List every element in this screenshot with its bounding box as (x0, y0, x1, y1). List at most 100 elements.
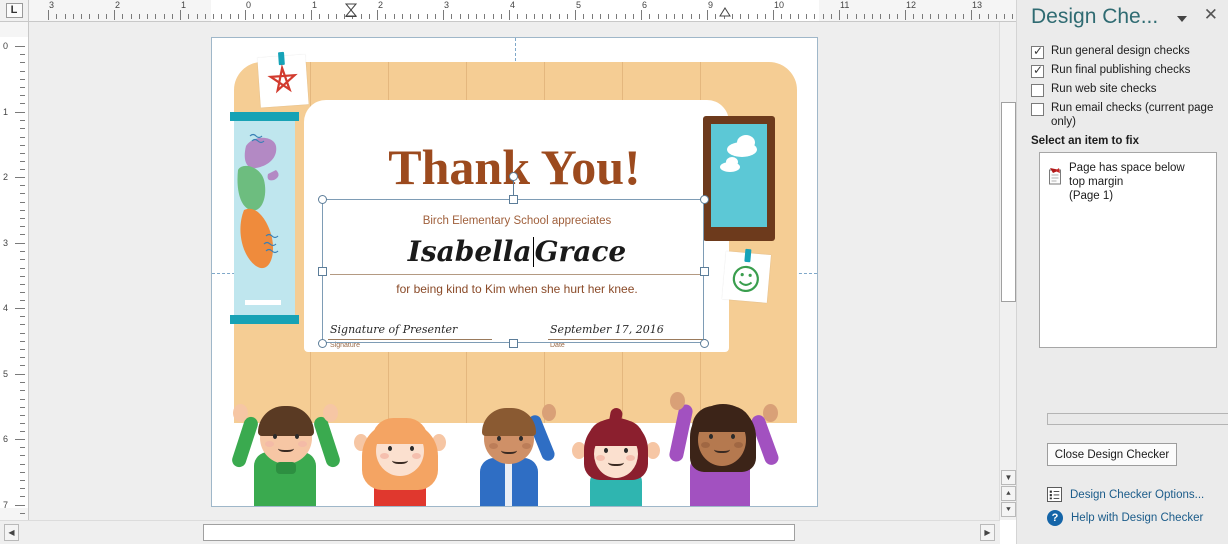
ruler-tick-minor (394, 14, 395, 19)
ruler-tick-minor (542, 14, 543, 19)
checkbox-email[interactable]: Run email checks (current page only) (1031, 102, 1221, 129)
ruler-tick-minor (20, 103, 25, 104)
help-row[interactable]: ? Help with Design Checker (1047, 510, 1203, 526)
indent-marker-left[interactable] (345, 3, 357, 17)
checkbox-final-publishing[interactable]: Run final publishing checks (1031, 63, 1190, 78)
design-checker-options-row[interactable]: Design Checker Options... (1047, 487, 1204, 502)
handle-top-right[interactable] (700, 195, 709, 204)
ruler-tick-minor (295, 14, 296, 19)
ruler-tick-minor (534, 14, 535, 19)
ruler-tick-minor (20, 399, 25, 400)
handle-middle-right[interactable] (700, 267, 709, 276)
ruler-tick-minor (20, 464, 25, 465)
ruler-tick-minor (20, 292, 25, 293)
previous-page-button[interactable]: ⯅ (1001, 486, 1016, 501)
selection-frame[interactable] (322, 199, 704, 343)
issues-list[interactable]: Page has space below top margin (Page 1) (1039, 152, 1217, 348)
scroll-left-button[interactable]: ◀ (4, 524, 19, 541)
clipboard-warning-icon (1048, 167, 1063, 185)
ruler-tick-minor (790, 14, 791, 19)
horizontal-ruler[interactable]: 3 2 1 0 1 2 3 4 5 6 9 10 11 12 13 (29, 0, 1028, 22)
ruler-tick-minor (361, 14, 362, 19)
ruler-tick-minor (73, 14, 74, 19)
ruler-tick-minor (674, 14, 675, 19)
ruler-tick-minor (270, 14, 271, 19)
checkbox-input[interactable] (1031, 84, 1044, 97)
ruler-tick-minor (1012, 14, 1013, 19)
ruler-tick-minor (600, 14, 601, 19)
ruler-tick-minor (65, 14, 66, 19)
design-checker-pane: Design Che... ✕ Run general design check… (1016, 0, 1228, 544)
document-canvas[interactable]: Thank You! Birch Elementary School appre… (29, 22, 999, 520)
scroll-right-button[interactable]: ▶ (980, 524, 995, 541)
horizontal-scrollbar[interactable]: ◀ ▶ (0, 520, 1000, 544)
rotation-handle[interactable] (509, 172, 518, 181)
chevron-down-icon[interactable] (1177, 16, 1187, 22)
handle-bottom-left[interactable] (318, 339, 327, 348)
checkbox-general-design[interactable]: Run general design checks (1031, 44, 1190, 59)
handle-bottom-right[interactable] (700, 339, 709, 348)
ruler-tick-minor (20, 480, 25, 481)
ruler-tick-minor (20, 324, 25, 325)
hscroll-thumb[interactable] (203, 524, 795, 541)
ruler-tick-minor (616, 14, 617, 19)
ruler-tick-minor (20, 128, 25, 129)
ruler-tick-minor (20, 251, 25, 252)
date-caption: Date (550, 342, 565, 349)
ruler-label: 3 (444, 0, 450, 10)
ruler-tick-minor (897, 14, 898, 19)
handle-top-left[interactable] (318, 195, 327, 204)
ruler-tick-minor (526, 14, 527, 19)
ruler-tick-minor (221, 14, 222, 19)
handle-bottom-center[interactable] (509, 339, 518, 348)
ruler-tick-minor (691, 14, 692, 19)
scroll-down-button[interactable]: ▼ (1001, 470, 1016, 485)
ruler-tick (15, 243, 25, 244)
ruler-tick-minor (468, 14, 469, 19)
ruler-label: 13 (972, 0, 983, 10)
checkbox-input[interactable] (1031, 103, 1044, 116)
publisher-window: L 3210123456910111213 012345678 (0, 0, 1228, 544)
vscroll-thumb[interactable] (1001, 102, 1016, 302)
handle-top-center[interactable] (509, 195, 518, 204)
ruler-tick-minor (955, 14, 956, 19)
ruler-tick (443, 10, 444, 20)
ruler-tick-minor (996, 14, 997, 19)
ruler-tick (15, 308, 25, 309)
design-checker-options-link[interactable]: Design Checker Options... (1070, 489, 1204, 501)
list-item-line3: (Page 1) (1069, 190, 1114, 202)
ruler-tick-minor (435, 14, 436, 19)
close-design-checker-button[interactable]: Close Design Checker (1047, 443, 1177, 466)
ruler-tick-minor (131, 14, 132, 19)
vertical-scrollbar[interactable]: ▼ ⯅ ⯆ (999, 22, 1016, 520)
vertical-ruler[interactable]: 012345678 (0, 22, 29, 520)
list-item-line2: top margin (1069, 176, 1124, 188)
ruler-tick-minor (20, 62, 25, 63)
checkbox-input[interactable] (1031, 63, 1044, 78)
ruler-tick-minor (757, 14, 758, 19)
ruler-tick-minor (20, 95, 25, 96)
ruler-label: 2 (378, 0, 384, 10)
publication-page[interactable]: Thank You! Birch Elementary School appre… (211, 37, 818, 507)
handle-middle-left[interactable] (318, 267, 327, 276)
ruler-tick-minor (20, 472, 25, 473)
ruler-tick-minor (493, 14, 494, 19)
ruler-tick (15, 177, 25, 178)
next-page-button[interactable]: ⯆ (1001, 502, 1016, 517)
ruler-tick-minor (20, 137, 25, 138)
checkbox-input[interactable] (1031, 44, 1044, 59)
star-icon (267, 63, 298, 94)
indent-marker-right[interactable] (719, 3, 731, 17)
ruler-tick-minor (20, 71, 25, 72)
ruler-tick-minor (319, 14, 320, 19)
list-item[interactable]: Page has space below top margin (Page 1) (1040, 153, 1216, 203)
tab-selector[interactable]: L (0, 0, 29, 22)
close-icon[interactable]: ✕ (1204, 6, 1218, 23)
checkbox-web-site[interactable]: Run web site checks (1031, 83, 1156, 97)
ruler-tick-minor (20, 513, 25, 514)
ruler-tick-minor (205, 14, 206, 19)
ruler-tick (839, 10, 840, 20)
child-4 (564, 396, 668, 506)
help-link[interactable]: Help with Design Checker (1071, 512, 1203, 524)
ruler-label: 7 (3, 500, 9, 510)
